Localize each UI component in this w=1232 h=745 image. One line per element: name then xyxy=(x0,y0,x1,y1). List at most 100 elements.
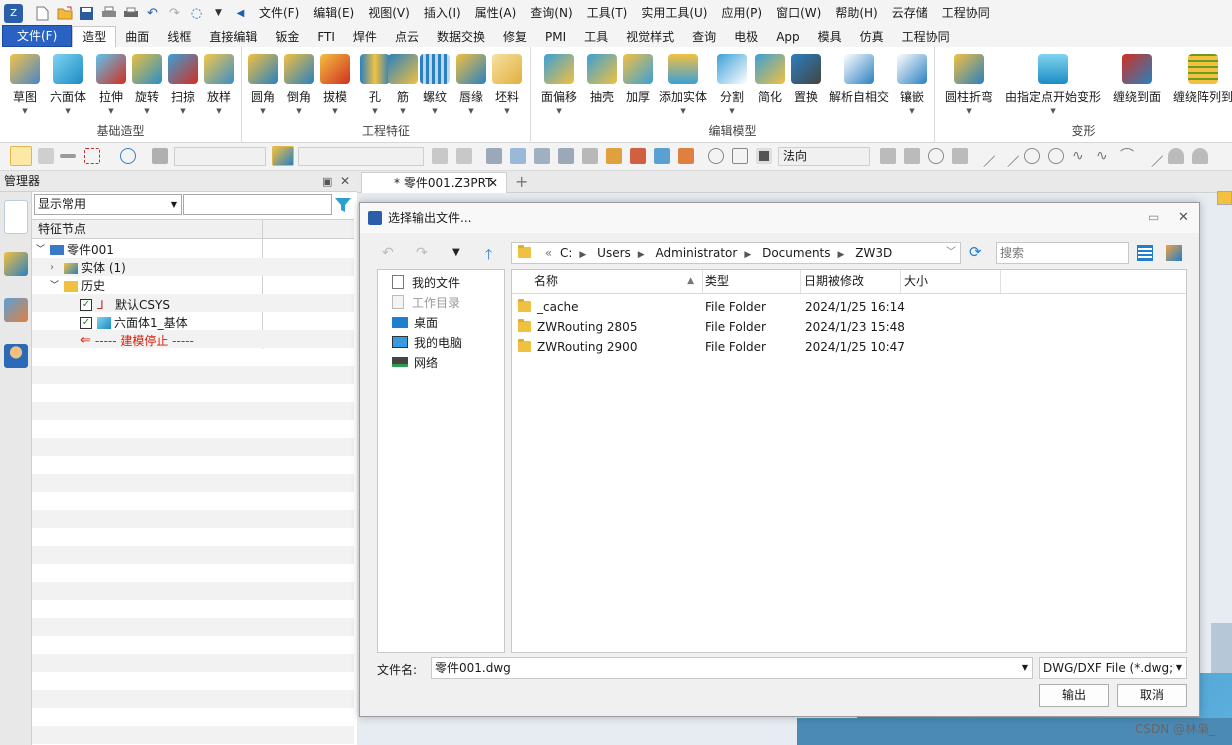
circle-icon[interactable] xyxy=(1024,148,1040,164)
path-segment-documents[interactable]: Documents xyxy=(762,246,830,260)
chevron-down-icon[interactable]: ▼ xyxy=(1022,658,1028,678)
path-dropdown-icon[interactable]: ﹀ xyxy=(946,243,956,263)
extrude-button[interactable]: 拉伸 ▼ xyxy=(96,54,126,115)
pick-arrow-icon[interactable] xyxy=(10,146,32,166)
chamfer-button[interactable]: 倒角 ▼ xyxy=(284,54,314,115)
qa-dropdown-icon[interactable]: ▼ xyxy=(209,4,228,23)
qa-collapse-icon[interactable]: ◀ xyxy=(231,4,250,23)
view-cube-icon[interactable] xyxy=(1217,191,1232,205)
filename-input[interactable]: 零件001.dwg ▼ xyxy=(431,657,1033,679)
tab-tools[interactable]: 工具 xyxy=(575,27,617,47)
help-icon[interactable]: ▭ xyxy=(1148,210,1159,224)
assembly-icon[interactable] xyxy=(4,298,28,322)
nav-working-dir[interactable]: 工作目录 xyxy=(392,292,460,312)
tool-icon-4[interactable] xyxy=(510,148,526,164)
stop-icon[interactable] xyxy=(756,148,772,164)
split-button[interactable]: 分割 ▼ xyxy=(717,54,747,115)
path-segment-administrator[interactable]: Administrator xyxy=(656,246,738,260)
expand-arrow-icon[interactable]: › xyxy=(50,259,62,277)
preview-icon[interactable] xyxy=(1166,245,1182,261)
tool-icon-7[interactable] xyxy=(582,148,598,164)
inlay-button[interactable]: 镶嵌 ▼ xyxy=(897,54,927,115)
print-icon[interactable] xyxy=(99,4,118,23)
up-folder-icon[interactable]: 🡑 xyxy=(485,244,492,268)
checkbox-checked-icon[interactable]: ✓ xyxy=(80,299,92,311)
tool-icon-14[interactable] xyxy=(1168,148,1184,164)
wrap-to-face-button[interactable]: 缠绕到面 xyxy=(1113,54,1161,105)
line2-icon[interactable] xyxy=(996,144,1020,168)
open-file-icon[interactable] xyxy=(55,4,74,23)
tree-search-input[interactable] xyxy=(183,194,332,215)
snap-icon-2[interactable] xyxy=(904,148,920,164)
filter-funnel-icon[interactable] xyxy=(334,196,352,214)
regen-icon[interactable]: ◌ xyxy=(187,4,206,23)
tool-icon-1[interactable] xyxy=(432,148,448,164)
tab-fti[interactable]: FTI xyxy=(308,27,344,47)
minus-icon[interactable] xyxy=(60,154,76,158)
cancel-button[interactable]: 取消 xyxy=(1117,684,1187,707)
sketch-button[interactable]: 草图 ▼ xyxy=(10,54,40,115)
column-date-modified[interactable]: 日期被修改 xyxy=(801,270,901,293)
user-icon[interactable] xyxy=(4,344,28,368)
face-offset-button[interactable]: 面偏移 ▼ xyxy=(541,54,577,115)
tab-mold[interactable]: 模具 xyxy=(809,27,851,47)
nav-my-files[interactable]: 我的文件 xyxy=(392,272,460,292)
add-solid-button[interactable]: 添加实体 ▼ xyxy=(659,54,707,115)
path-segment-zw3d[interactable]: ZW3D xyxy=(855,246,892,260)
path-bar[interactable]: « C: ▶ Users ▶ Administrator ▶ Documents ▶ Z… xyxy=(511,242,961,264)
rib-button[interactable]: 筋 ▼ xyxy=(388,54,418,115)
tree-item-block1[interactable]: ✓ 六面体1_基体 xyxy=(80,314,188,332)
curve2-icon[interactable]: ∿ xyxy=(1096,148,1112,164)
add-icon[interactable] xyxy=(38,148,54,164)
tab-query[interactable]: 查询 xyxy=(683,27,725,47)
tool-icon-3[interactable] xyxy=(486,148,502,164)
menu-insert[interactable]: 插入(I) xyxy=(417,0,468,26)
save-icon[interactable] xyxy=(77,4,96,23)
filetype-select[interactable]: DWG/DXF File (*.dwg;*. ▼ xyxy=(1039,657,1187,679)
menu-help[interactable]: 帮助(H) xyxy=(828,0,884,26)
replace-button[interactable]: 置换 xyxy=(791,54,821,105)
tab-collab[interactable]: 工程协同 xyxy=(893,27,959,47)
tool-icon-12[interactable] xyxy=(708,148,724,164)
revolve-button[interactable]: 旋转 ▼ xyxy=(132,54,162,115)
draft-button[interactable]: 拔模 ▼ xyxy=(320,54,350,115)
tree-item-part[interactable]: ﹀ 零件001 xyxy=(36,241,114,259)
undo-icon[interactable]: ↶ xyxy=(143,4,162,23)
tab-point-cloud[interactable]: 点云 xyxy=(386,27,428,47)
menu-collab[interactable]: 工程协同 xyxy=(935,0,997,26)
menu-attribute[interactable]: 属性(A) xyxy=(468,0,524,26)
tab-file[interactable]: 文件(F) xyxy=(2,25,73,47)
menu-view[interactable]: 视图(V) xyxy=(361,0,417,26)
snap-icon-3[interactable] xyxy=(928,148,944,164)
tool-icon-8[interactable] xyxy=(606,148,622,164)
collapse-arrow-icon[interactable]: ﹀ xyxy=(50,277,62,295)
hole-button[interactable]: 孔 ▼ xyxy=(360,54,390,115)
filter-combo[interactable] xyxy=(174,147,266,166)
tool-icon-2[interactable] xyxy=(456,148,472,164)
close-icon[interactable]: ✕ xyxy=(340,171,350,192)
circle2-icon[interactable] xyxy=(1048,148,1064,164)
tool-icon-6[interactable] xyxy=(558,148,574,164)
stock-button[interactable]: 坯料 ▼ xyxy=(492,54,522,115)
menu-window[interactable]: 窗口(W) xyxy=(769,0,828,26)
part-icon[interactable] xyxy=(4,252,28,276)
tab-weldment[interactable]: 焊件 xyxy=(344,27,386,47)
tab-direct-edit[interactable]: 直接编辑 xyxy=(200,27,266,47)
tab-electrode[interactable]: 电极 xyxy=(725,27,767,47)
lip-button[interactable]: 唇缘 ▼ xyxy=(456,54,486,115)
tree-item-solids[interactable]: › 实体 (1) xyxy=(50,259,126,277)
output-button[interactable]: 输出 xyxy=(1039,684,1109,707)
tab-visual-style[interactable]: 视觉样式 xyxy=(617,27,683,47)
collapse-arrow-icon[interactable]: ﹀ xyxy=(36,241,48,259)
tool-icon-15[interactable] xyxy=(1192,148,1208,164)
menu-edit[interactable]: 编辑(E) xyxy=(306,0,361,26)
simplify-button[interactable]: 简化 xyxy=(755,54,785,105)
back-icon[interactable]: ↶ xyxy=(382,245,394,261)
snap-icon-1[interactable] xyxy=(880,148,896,164)
wrap-pattern-button[interactable]: 缠绕阵列到 xyxy=(1173,54,1232,105)
tab-app[interactable]: App xyxy=(767,27,808,47)
menu-query[interactable]: 查询(N) xyxy=(523,0,579,26)
line-icon[interactable] xyxy=(972,144,996,168)
forward-icon[interactable]: ↷ xyxy=(416,245,428,261)
block-button[interactable]: 六面体 ▼ xyxy=(50,54,86,115)
